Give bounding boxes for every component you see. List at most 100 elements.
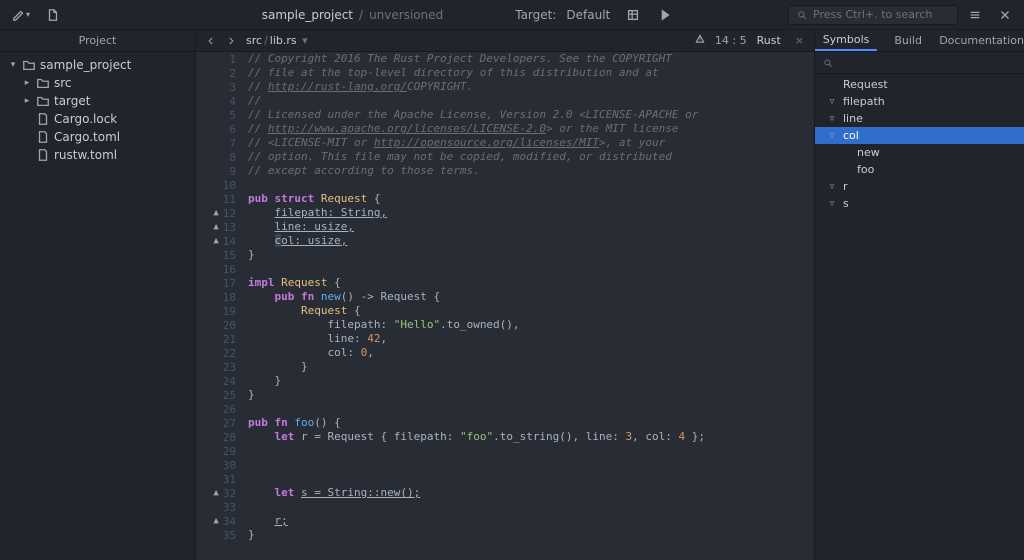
chevron-down-icon: ▿ [827, 114, 837, 124]
warning-icon[interactable]: ▲ [213, 488, 218, 498]
code-line[interactable]: let r = Request { filepath: "foo".to_str… [248, 430, 814, 444]
warning-icon[interactable]: ▲ [213, 516, 218, 526]
global-search[interactable]: Press Ctrl+. to search [788, 5, 958, 25]
code-line[interactable]: pub struct Request { [248, 192, 814, 206]
code-editor[interactable]: 1234567891011▲12▲13▲14151617181920212223… [196, 52, 814, 560]
warning-indicator[interactable] [695, 34, 705, 47]
run-button[interactable] [652, 4, 678, 26]
code-line[interactable] [248, 472, 814, 486]
disclosure-triangle-icon[interactable]: ▸ [22, 78, 32, 88]
folder-icon [36, 76, 50, 90]
linecol-indicator[interactable]: 14 : 5 [715, 34, 747, 47]
folder-icon [36, 94, 50, 108]
target-label: Target: [515, 8, 556, 22]
disclosure-triangle-icon[interactable]: ▾ [8, 60, 18, 70]
panel-tab-symbols[interactable]: Symbols [815, 30, 877, 51]
code-line[interactable]: pub fn foo() { [248, 416, 814, 430]
search-placeholder: Press Ctrl+. to search [813, 8, 932, 21]
code-line[interactable]: } [248, 360, 814, 374]
search-icon [797, 10, 807, 20]
file-icon [36, 130, 50, 144]
code-line[interactable]: Request { [248, 304, 814, 318]
warning-icon[interactable]: ▲ [213, 222, 218, 232]
tree-row[interactable]: rustw.toml [0, 146, 195, 164]
symbol-row[interactable]: ▿ line [815, 110, 1024, 127]
code-line[interactable]: r; [248, 514, 814, 528]
new-file-button[interactable] [40, 4, 66, 26]
file-icon [36, 148, 50, 162]
chevron-down-icon: ▿ [827, 182, 837, 192]
code-line[interactable] [248, 178, 814, 192]
code-line[interactable]: } [248, 248, 814, 262]
symbol-row[interactable]: foo [815, 161, 1024, 178]
tree-row[interactable]: Cargo.lock [0, 110, 195, 128]
code-line[interactable]: line: usize, [248, 220, 814, 234]
code-line[interactable] [248, 500, 814, 514]
language-indicator[interactable]: Rust [757, 34, 781, 47]
nav-back-button[interactable] [202, 32, 220, 50]
symbol-row[interactable]: new [815, 144, 1024, 161]
tree-row[interactable]: Cargo.toml [0, 128, 195, 146]
code-line[interactable] [248, 262, 814, 276]
tree-row[interactable]: ▾ sample_project [0, 56, 195, 74]
breadcrumb[interactable]: src/lib.rs ▾ [246, 34, 310, 47]
tree-row[interactable]: ▸src [0, 74, 195, 92]
panel-tab-build[interactable]: Build [877, 30, 939, 51]
close-window-button[interactable] [992, 4, 1018, 26]
symbol-row[interactable]: ▿filepath [815, 93, 1024, 110]
symbol-list[interactable]: Request▿filepath▿line▿colnewfoo▿r▿s [815, 74, 1024, 560]
editor-tabbar: src/lib.rs ▾ 14 : 5 Rust × [196, 30, 814, 52]
nav-forward-button[interactable] [222, 32, 240, 50]
code-line[interactable]: // Licensed under the Apache License, Ve… [248, 108, 814, 122]
code-line[interactable]: // [248, 94, 814, 108]
warning-icon[interactable]: ▲ [213, 236, 218, 246]
symbol-label: new [857, 146, 880, 159]
build-button[interactable] [620, 4, 646, 26]
code-line[interactable]: // option. This file may not be copied, … [248, 150, 814, 164]
code-line[interactable]: } [248, 388, 814, 402]
panel-tab-documentation[interactable]: Documentation [939, 30, 1024, 51]
symbol-row[interactable]: ▿r [815, 178, 1024, 195]
code-line[interactable]: // http://www.apache.org/licenses/LICENS… [248, 122, 814, 136]
symbol-label: line [843, 112, 863, 125]
right-panel: SymbolsBuildDocumentation Request▿filepa… [814, 30, 1024, 560]
menu-button[interactable] [962, 4, 988, 26]
code-line[interactable]: col: usize, [248, 234, 814, 248]
code-line[interactable]: impl Request { [248, 276, 814, 290]
warning-icon [695, 34, 705, 44]
warning-icon[interactable]: ▲ [213, 208, 218, 218]
tree-label: rustw.toml [54, 148, 117, 162]
symbol-row[interactable]: ▿ col [815, 127, 1024, 144]
chevron-down-icon: ▿ [827, 131, 837, 141]
code-line[interactable]: // except according to those terms. [248, 164, 814, 178]
code-line[interactable]: pub fn new() -> Request { [248, 290, 814, 304]
code-line[interactable]: } [248, 528, 814, 542]
code-line[interactable]: line: 42, [248, 332, 814, 346]
code-line[interactable] [248, 458, 814, 472]
code-line[interactable] [248, 402, 814, 416]
target-value[interactable]: Default [566, 8, 610, 22]
code-line[interactable]: let s = String::new(); [248, 486, 814, 500]
tab-close-button[interactable]: × [791, 34, 808, 47]
file-tree[interactable]: ▾ sample_project ▸src▸targetCargo.lockCarg… [0, 52, 195, 164]
tree-label: sample_project [40, 58, 131, 72]
disclosure-triangle-icon[interactable]: ▸ [22, 96, 32, 106]
symbol-row[interactable]: ▿s [815, 195, 1024, 212]
code-line[interactable]: } [248, 374, 814, 388]
symbol-label: filepath [843, 95, 885, 108]
symbol-search[interactable] [815, 52, 1024, 74]
symbol-label: foo [857, 163, 874, 176]
code-line[interactable]: // Copyright 2016 The Rust Project Devel… [248, 52, 814, 66]
vcs-sep: / [359, 8, 363, 22]
symbol-row[interactable]: Request [815, 76, 1024, 93]
code-line[interactable]: filepath: String, [248, 206, 814, 220]
code-line[interactable]: col: 0, [248, 346, 814, 360]
code-line[interactable]: // file at the top-level directory of th… [248, 66, 814, 80]
code-line[interactable] [248, 444, 814, 458]
code-line[interactable]: // http://rust-lang.org/COPYRIGHT. [248, 80, 814, 94]
edit-mode-button[interactable]: ▾ [8, 4, 34, 26]
symbol-label: col [843, 129, 859, 142]
tree-row[interactable]: ▸target [0, 92, 195, 110]
code-line[interactable]: filepath: "Hello".to_owned(), [248, 318, 814, 332]
code-line[interactable]: // <LICENSE-MIT or http://opensource.org… [248, 136, 814, 150]
